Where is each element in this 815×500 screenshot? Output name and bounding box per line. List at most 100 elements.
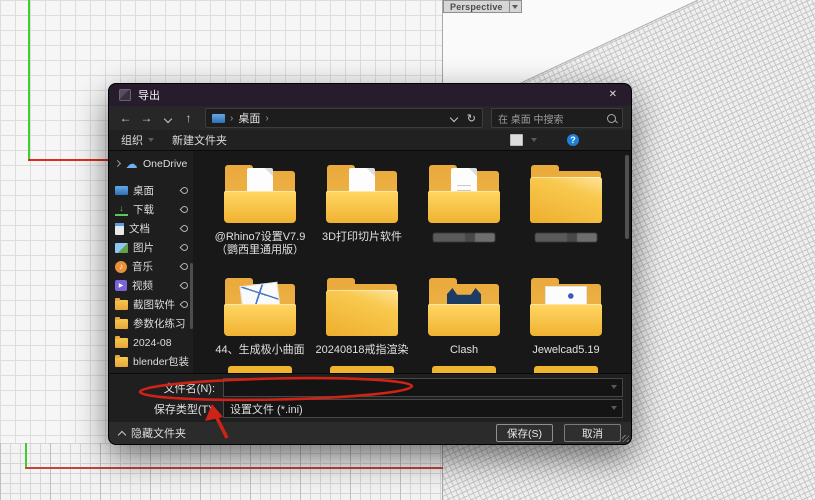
redacted-name bbox=[535, 233, 597, 242]
folder-item[interactable] bbox=[515, 165, 617, 278]
pin-icon bbox=[181, 206, 188, 213]
pictures-icon bbox=[115, 243, 128, 253]
pin-icon bbox=[181, 187, 188, 194]
folder-icon bbox=[325, 278, 399, 336]
sidebar-item[interactable]: 下载 bbox=[109, 200, 193, 219]
video-icon bbox=[115, 280, 127, 291]
folder-item[interactable]: Jewelcad5.19 bbox=[515, 278, 617, 373]
pin-icon bbox=[181, 244, 188, 251]
folder-row3-partial bbox=[330, 366, 394, 373]
chevron-down-icon bbox=[148, 138, 154, 142]
sidebar-item[interactable]: 音乐 bbox=[109, 257, 193, 276]
onedrive-icon bbox=[125, 158, 138, 170]
y-axis-line-bottom bbox=[25, 443, 27, 468]
sidebar-item[interactable]: OneDrive - Per bbox=[109, 154, 193, 173]
save-button[interactable]: 保存(S) bbox=[496, 424, 553, 442]
close-icon[interactable]: ✕ bbox=[605, 88, 621, 102]
expand-chevron-icon[interactable] bbox=[114, 160, 121, 167]
folder-icon bbox=[223, 165, 297, 223]
hide-folders-button[interactable]: 隐藏文件夹 bbox=[119, 425, 186, 441]
y-axis-line bbox=[28, 0, 30, 160]
sidebar-item[interactable]: 视频 bbox=[109, 276, 193, 295]
dialog-footer: 隐藏文件夹 保存(S) 取消 bbox=[109, 422, 631, 444]
organize-button[interactable]: 组织 bbox=[121, 132, 154, 148]
export-dialog: 导出 ✕ ← → ↑ › 桌面 › ↻ 在 桌面 中搜索 组织 新建文件夹 bbox=[108, 83, 632, 445]
chevron-down-icon[interactable] bbox=[611, 385, 617, 389]
file-list-scrollbar[interactable] bbox=[625, 155, 629, 239]
cancel-button[interactable]: 取消 bbox=[564, 424, 621, 442]
sidebar-item[interactable]: 截图软件 bbox=[109, 295, 193, 314]
dialog-titlebar[interactable]: 导出 ✕ bbox=[109, 84, 631, 106]
dialog-toolbar: 组织 新建文件夹 ? bbox=[109, 130, 631, 151]
desktop-icon bbox=[115, 186, 128, 195]
folder-item[interactable]: 44、生成极小曲面 bbox=[209, 278, 311, 373]
folder-item[interactable]: 20240818戒指渲染 bbox=[311, 278, 413, 373]
dialog-title: 导出 bbox=[138, 87, 160, 103]
breadcrumb-item-desktop[interactable]: 桌面 bbox=[238, 110, 260, 126]
savetype-label: 保存类型(T): bbox=[109, 401, 223, 417]
recent-locations-icon[interactable] bbox=[159, 112, 176, 124]
pin-icon bbox=[181, 263, 188, 270]
sidebar-item[interactable]: 桌面 bbox=[109, 181, 193, 200]
viewport-tab-label[interactable]: Perspective bbox=[443, 0, 510, 13]
folder-icon bbox=[427, 278, 501, 336]
folder-name: 20240818戒指渲染 bbox=[316, 344, 409, 357]
search-placeholder: 在 桌面 中搜索 bbox=[498, 111, 603, 126]
folder-icon bbox=[115, 338, 128, 348]
address-dropdown-icon[interactable] bbox=[451, 112, 457, 124]
folder-name: @Rhino7设置V7.9（鹦西里通用版） bbox=[210, 231, 310, 257]
folder-icon bbox=[529, 165, 603, 223]
help-icon[interactable]: ? bbox=[567, 134, 579, 146]
folder-item[interactable]: @Rhino7设置V7.9（鹦西里通用版） bbox=[209, 165, 311, 278]
folder-name: 3D打印切片软件 bbox=[322, 231, 402, 244]
view-mode-chevron-icon[interactable] bbox=[531, 138, 537, 142]
folder-item[interactable]: Clash bbox=[413, 278, 515, 373]
document-icon bbox=[115, 223, 124, 235]
viewport-tab[interactable]: Perspective bbox=[443, 0, 522, 13]
breadcrumb-separator: › bbox=[230, 113, 233, 124]
sidebar-item[interactable]: blender包装练' bbox=[109, 352, 193, 371]
music-icon bbox=[115, 261, 127, 273]
folder-icon bbox=[427, 165, 501, 223]
chevron-down-icon bbox=[512, 5, 518, 9]
resize-grip[interactable] bbox=[622, 435, 629, 442]
folder-name: 44、生成极小曲面 bbox=[215, 344, 304, 357]
pin-icon bbox=[181, 225, 188, 232]
up-icon[interactable]: ↑ bbox=[180, 112, 197, 124]
folder-name: Jewelcad5.19 bbox=[532, 344, 599, 357]
sidebar-item[interactable]: 图片 bbox=[109, 238, 193, 257]
sidebar-item[interactable]: 文档 bbox=[109, 219, 193, 238]
pin-icon bbox=[181, 301, 188, 308]
folder-icon bbox=[325, 165, 399, 223]
x-axis-line-bottom bbox=[25, 467, 443, 469]
folder-icon bbox=[115, 357, 128, 367]
folder-item[interactable]: 3D打印切片软件 bbox=[311, 165, 413, 278]
refresh-icon[interactable]: ↻ bbox=[467, 112, 476, 125]
search-input[interactable]: 在 桌面 中搜索 bbox=[491, 108, 623, 128]
folder-name: Clash bbox=[450, 344, 478, 357]
sidebar-item[interactable]: 参数化练习 bbox=[109, 314, 193, 333]
new-folder-button[interactable]: 新建文件夹 bbox=[172, 132, 227, 148]
folder-row3-partial bbox=[432, 366, 496, 373]
folder-row3-partial bbox=[228, 366, 292, 373]
sidebar-item[interactable]: 心项链心紫砂壶 bbox=[109, 371, 193, 373]
collapse-caret-icon bbox=[118, 430, 126, 438]
back-icon[interactable]: ← bbox=[117, 112, 134, 124]
chevron-down-icon[interactable] bbox=[611, 406, 617, 410]
breadcrumb[interactable]: › 桌面 › ↻ bbox=[205, 108, 483, 128]
address-bar: ← → ↑ › 桌面 › ↻ 在 桌面 中搜索 bbox=[109, 106, 631, 130]
file-list: @Rhino7设置V7.9（鹦西里通用版） 3D打印切片软件 bbox=[193, 151, 631, 373]
viewport-tab-dropdown[interactable] bbox=[510, 0, 522, 13]
folder-item[interactable] bbox=[413, 165, 515, 278]
sidebar-item[interactable]: 2024-08 bbox=[109, 333, 193, 352]
filename-input[interactable] bbox=[223, 378, 623, 397]
export-app-icon bbox=[119, 89, 131, 101]
save-fields: 文件名(N): 保存类型(T): 设置文件 (*.ini) bbox=[109, 373, 631, 422]
download-icon bbox=[115, 204, 128, 216]
savetype-select[interactable]: 设置文件 (*.ini) bbox=[223, 399, 623, 418]
navigation-pane: OneDrive - Per 桌面 下载 文档 图片 音乐 视频 截图软件 bbox=[109, 151, 193, 373]
savetype-value: 设置文件 (*.ini) bbox=[230, 401, 303, 417]
view-mode-icon[interactable] bbox=[510, 134, 523, 146]
forward-icon[interactable]: → bbox=[138, 112, 155, 124]
folder-icon bbox=[115, 300, 128, 310]
